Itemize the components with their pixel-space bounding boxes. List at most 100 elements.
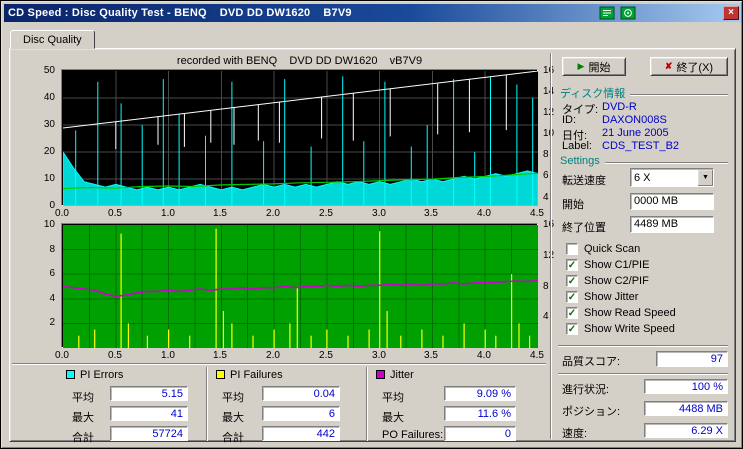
disc-info-header: ディスク情報 xyxy=(560,85,728,101)
pi-errors-label: PI Errors xyxy=(80,369,124,381)
pie-avg-label: 平均 xyxy=(72,392,94,404)
axis-tick-label: 1.5 xyxy=(213,350,227,361)
axis-tick-label: 4.0 xyxy=(477,208,491,219)
jitter-swatch xyxy=(376,370,385,379)
show-read-speed-label: Show Read Speed xyxy=(584,307,676,319)
pi-failures-swatch xyxy=(216,370,225,379)
axis-tick-label: 4.5 xyxy=(530,350,544,361)
axis-tick-label: 4.0 xyxy=(477,350,491,361)
chevron-down-icon[interactable]: ▼ xyxy=(697,170,713,186)
pif-max-value: 6 xyxy=(262,406,340,421)
axis-tick-label: 1.0 xyxy=(161,208,175,219)
axis-tick-label: 2.5 xyxy=(319,350,333,361)
pif-max-label: 最大 xyxy=(222,412,244,424)
show-c1-pie-checkbox[interactable]: ✓ xyxy=(566,259,578,271)
show-c2-pif-checkbox[interactable]: ✓ xyxy=(566,275,578,287)
axis-tick-label: 40 xyxy=(43,92,55,103)
quick-scan-label: Quick Scan xyxy=(584,243,641,255)
window-title: CD Speed : Disc Quality Test - BENQ DVD … xyxy=(8,7,352,19)
end-position-field[interactable]: 4489 MB xyxy=(630,216,714,233)
show-jitter-checkbox[interactable]: ✓ xyxy=(566,291,578,303)
disc-info-rule xyxy=(630,93,728,96)
pif-total-label: 合計 xyxy=(222,432,244,444)
tab-disc-quality[interactable]: Disc Quality xyxy=(10,30,95,49)
disc-date-value: 21 June 2005 xyxy=(602,127,669,139)
show-write-speed-checkbox[interactable]: ✓ xyxy=(566,323,578,335)
legend-separator xyxy=(12,363,546,365)
pie-total-value: 57724 xyxy=(110,426,188,441)
axis-tick-label: 10 xyxy=(43,219,55,230)
app-window: CD Speed : Disc Quality Test - BENQ DVD … xyxy=(0,0,743,449)
axis-tick-label: 8 xyxy=(49,244,55,255)
jitter-label: Jitter xyxy=(390,369,414,381)
start-button[interactable]: ▶ 開始 xyxy=(562,57,626,76)
settings-title: Settings xyxy=(560,155,600,167)
bottom-chart xyxy=(61,223,538,348)
axis-tick-label: 4.5 xyxy=(530,208,544,219)
po-failures-label: PO Failures: xyxy=(382,429,444,441)
start-position-field[interactable]: 0000 MB xyxy=(630,193,714,210)
axis-tick-label: 6 xyxy=(543,170,549,181)
chart-book-icon[interactable] xyxy=(599,6,615,20)
pi-failures-label: PI Failures xyxy=(230,369,283,381)
axis-tick-label: 1.0 xyxy=(161,350,175,361)
bottom-chart-x-axis: 0.0 0.5 1.0 1.5 2.0 2.5 3.0 3.5 4.0 4.5 xyxy=(55,350,544,362)
axis-tick-label: 10 xyxy=(543,128,555,139)
bottom-chart-left-axis: 2 4 6 8 10 xyxy=(34,219,58,347)
exit-button[interactable]: ✘ 終了(X) xyxy=(650,57,728,76)
axis-tick-label: 3.0 xyxy=(372,208,386,219)
disc-id-value: DAXON008S xyxy=(602,114,667,126)
disc-info-title: ディスク情報 xyxy=(560,88,626,100)
axis-tick-label: 3.5 xyxy=(424,208,438,219)
progress-label: 進行状況: xyxy=(562,384,610,396)
top-chart-plot xyxy=(63,71,538,206)
show-c2-pif-label: Show C2/PIF xyxy=(584,275,649,287)
axis-tick-label: 20 xyxy=(43,146,55,157)
axis-tick-label: 0.5 xyxy=(108,350,122,361)
top-chart-left-axis: 0 10 20 30 40 50 xyxy=(34,65,58,211)
quality-score-value: 97 xyxy=(656,351,728,367)
axis-tick-label: 14 xyxy=(543,86,555,97)
axis-tick-label: 6 xyxy=(49,268,55,279)
speed-select-value: 6 X xyxy=(634,172,651,184)
transfer-speed-label: 転送速度 xyxy=(562,175,606,187)
axis-tick-label: 2.0 xyxy=(266,208,280,219)
top-chart xyxy=(61,69,538,206)
quality-score-label: 品質スコア: xyxy=(562,356,621,368)
close-button[interactable]: × xyxy=(723,6,739,20)
start-icon: ▶ xyxy=(577,61,585,71)
score-separator-top xyxy=(558,345,728,347)
side-panel-separator xyxy=(550,53,552,439)
axis-tick-label: 4 xyxy=(49,293,55,304)
pi-errors-legend: PI Errors xyxy=(66,369,123,381)
top-chart-x-axis: 0.0 0.5 1.0 1.5 2.0 2.5 3.0 3.5 4.0 4.5 xyxy=(55,208,544,220)
quick-scan-checkbox[interactable] xyxy=(566,243,578,255)
start-position-label: 開始 xyxy=(562,199,584,211)
axis-tick-label: 12 xyxy=(543,107,555,118)
axis-tick-label: 2.5 xyxy=(319,208,333,219)
axis-tick-label: 8 xyxy=(543,281,549,292)
axis-tick-label: 16 xyxy=(543,219,555,230)
disc-label-value: CDS_TEST_B2 xyxy=(602,140,680,152)
axis-tick-label: 0.0 xyxy=(55,350,69,361)
axis-tick-label: 2.0 xyxy=(266,350,280,361)
disc-type-value: DVD-R xyxy=(602,101,637,113)
settings-rule xyxy=(604,161,728,164)
pi-failures-legend: PI Failures xyxy=(216,369,283,381)
titlebar[interactable]: CD Speed : Disc Quality Test - BENQ DVD … xyxy=(4,4,741,22)
axis-tick-label: 12 xyxy=(543,250,555,261)
settings-header: Settings xyxy=(560,155,728,167)
progress-value: 100 % xyxy=(644,379,728,394)
show-read-speed-checkbox[interactable]: ✓ xyxy=(566,307,578,319)
axis-tick-label: 4 xyxy=(543,311,549,322)
exit-icon: ✘ xyxy=(664,61,673,71)
pie-total-label: 合計 xyxy=(72,432,94,444)
save-disc-icon[interactable] xyxy=(620,6,636,20)
axis-tick-label: 30 xyxy=(43,119,55,130)
pif-avg-value: 0.04 xyxy=(262,386,340,401)
pi-errors-swatch xyxy=(66,370,75,379)
jitter-max-value: 11.6 % xyxy=(444,406,516,421)
speed-select[interactable]: 6 X ▼ xyxy=(630,168,714,187)
pif-total-value: 442 xyxy=(262,426,340,441)
jitter-max-label: 最大 xyxy=(382,412,404,424)
